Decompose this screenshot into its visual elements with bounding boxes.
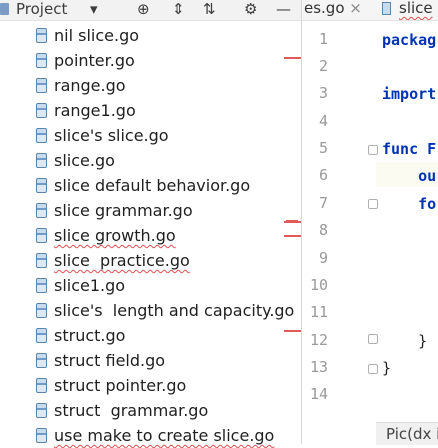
file-name: slice default behavior.go: [54, 176, 251, 195]
code-line[interactable]: }: [382, 359, 391, 377]
gear-icon[interactable]: ⚙: [244, 0, 257, 20]
file-name: struct grammar.go: [54, 401, 209, 420]
file-name: slice growth.go: [54, 226, 176, 245]
go-file-icon: [36, 28, 47, 43]
tree-item-file[interactable]: slice's length and capacity.go: [36, 298, 294, 323]
tab-label: es.go: [304, 0, 345, 17]
editor-breadcrumb-bar: Pic(dx i: [376, 422, 438, 445]
line-number: 1: [318, 30, 328, 48]
file-name: struct.go: [54, 326, 126, 345]
tree-item-file[interactable]: struct field.go: [36, 348, 165, 373]
error-marker: [284, 57, 301, 59]
go-file-icon: [36, 303, 47, 318]
project-toolbar: Project ▾ ⊕ ⇕ ⇅ ⚙ —: [0, 0, 302, 21]
code-line[interactable]: }: [382, 332, 427, 350]
go-file-icon: [36, 128, 47, 143]
tree-item-file[interactable]: slice.go: [36, 148, 115, 173]
file-name: nil slice.go: [54, 26, 140, 45]
file-name: use make to create slice.go: [54, 426, 275, 445]
tree-item-file[interactable]: nil slice.go: [36, 23, 139, 48]
go-file-icon: [36, 353, 47, 368]
file-name: slice practice.go: [54, 251, 190, 270]
tab-editor-file[interactable]: es.go ×: [304, 0, 362, 20]
tree-item-file[interactable]: slice default behavior.go: [36, 173, 250, 198]
tree-item-file[interactable]: range.go: [36, 73, 126, 98]
tree-item-file[interactable]: range1.go: [36, 98, 136, 123]
file-name: struct pointer.go: [54, 376, 187, 395]
chevron-down-icon[interactable]: ▾: [90, 0, 98, 20]
line-number: 9: [318, 249, 328, 267]
go-file-icon: [382, 2, 391, 15]
fold-icon[interactable]: [368, 334, 378, 344]
project-view-label[interactable]: Project: [16, 0, 67, 20]
go-file-icon: [36, 403, 47, 418]
line-number: 14: [309, 385, 328, 403]
code-line[interactable]: func F: [382, 140, 436, 158]
line-number: 3: [318, 84, 328, 102]
tree-item-file[interactable]: slice growth.go: [36, 223, 176, 248]
file-name: struct field.go: [54, 351, 166, 370]
tree-item-file[interactable]: slice1.go: [36, 273, 125, 298]
file-name: slice.go: [54, 151, 115, 170]
tree-item-file[interactable]: slice's slice.go: [36, 123, 169, 148]
file-name: slice's slice.go: [54, 126, 169, 145]
file-name: slice1.go: [54, 276, 126, 295]
line-number: 12: [309, 331, 328, 349]
project-panel-icon: [0, 3, 9, 15]
go-file-icon: [36, 228, 47, 243]
go-file-icon: [36, 103, 47, 118]
file-name: range.go: [54, 76, 126, 95]
go-file-icon: [36, 78, 47, 93]
go-file-icon: [36, 178, 47, 193]
error-marker: [284, 235, 301, 237]
line-number: 7: [318, 194, 328, 212]
fold-icon[interactable]: [368, 199, 378, 209]
line-number: 13: [309, 358, 328, 376]
tree-item-file[interactable]: struct grammar.go: [36, 398, 208, 423]
file-name: slice grammar.go: [54, 201, 193, 220]
tree-item-file[interactable]: pointer.go: [36, 48, 135, 73]
tab-editor-file[interactable]: slice: [382, 0, 433, 20]
hide-icon[interactable]: —: [276, 0, 291, 20]
line-number: 10: [309, 276, 328, 294]
go-file-icon: [36, 378, 47, 393]
target-icon[interactable]: ⊕: [137, 0, 150, 20]
code-line[interactable]: import: [382, 85, 436, 103]
close-icon[interactable]: ×: [349, 0, 362, 17]
line-number: 5: [318, 139, 328, 157]
file-name: pointer.go: [54, 51, 135, 70]
go-file-icon: [36, 253, 47, 268]
code-line[interactable]: packag: [382, 31, 436, 49]
go-file-icon: [36, 153, 47, 168]
tree-item-file[interactable]: slice grammar.go: [36, 198, 193, 223]
tree-item-file[interactable]: slice practice.go: [36, 248, 190, 273]
file-name: slice's length and capacity.go: [54, 301, 295, 320]
breadcrumb-text[interactable]: Pic(dx i: [386, 425, 438, 443]
go-file-icon: [36, 278, 47, 293]
collapse-icon[interactable]: ⇕: [172, 0, 185, 20]
go-file-icon: [36, 53, 47, 68]
tree-item-file[interactable]: use make to create slice.go: [36, 423, 274, 448]
line-number: 6: [318, 166, 328, 184]
file-name: range1.go: [54, 101, 136, 120]
fold-icon[interactable]: [368, 145, 378, 155]
line-number: 4: [318, 112, 328, 130]
editor-tab-bar: es.go × slice: [302, 0, 438, 21]
go-file-icon: [36, 203, 47, 218]
line-number: 8: [318, 221, 328, 239]
go-file-icon: [36, 428, 47, 443]
error-stripe-mark[interactable]: [286, 220, 298, 222]
tree-item-file[interactable]: struct pointer.go: [36, 373, 186, 398]
line-number: 11: [309, 303, 328, 321]
fold-icon[interactable]: [368, 364, 378, 374]
line-number: 2: [318, 57, 328, 75]
code-line[interactable]: fo: [382, 195, 436, 213]
error-marker: [284, 330, 301, 332]
go-file-icon: [36, 328, 47, 343]
tab-label: slice: [399, 0, 433, 17]
expand-icon[interactable]: ⇅: [203, 0, 216, 20]
code-line[interactable]: ou: [382, 167, 436, 185]
tree-item-file[interactable]: struct.go: [36, 323, 125, 348]
